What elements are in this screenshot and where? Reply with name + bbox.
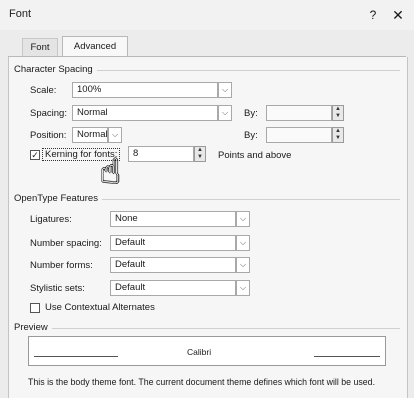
dialog-title: Font — [9, 8, 32, 20]
spacing-label: Spacing: — [30, 108, 67, 119]
section-rule-preview — [14, 328, 400, 329]
position-by-label: By: — [244, 130, 258, 141]
number-spacing-select[interactable]: Default — [110, 235, 236, 251]
hand-cursor-icon: ☝ — [100, 153, 121, 191]
section-heading-character-spacing: Character Spacing — [14, 64, 97, 75]
spacing-select[interactable]: Normal — [72, 105, 218, 121]
position-label: Position: — [30, 130, 67, 141]
stylistic-sets-dropdown-icon[interactable]: ⌵ — [236, 280, 250, 296]
stylistic-sets-label: Stylistic sets: — [30, 283, 85, 294]
position-by-input[interactable] — [266, 127, 332, 143]
spacing-by-input[interactable] — [266, 105, 332, 121]
kerning-checkbox[interactable]: ✓ — [30, 150, 40, 160]
ligatures-dropdown-icon[interactable]: ⌵ — [236, 211, 250, 227]
section-heading-opentype: OpenType Features — [14, 193, 102, 204]
section-heading-preview: Preview — [14, 322, 52, 333]
spacing-by-spinner-icon[interactable]: ▲ ▼ — [332, 105, 344, 121]
number-spacing-dropdown-icon[interactable]: ⌵ — [236, 235, 250, 251]
contextual-alternates-label[interactable]: Use Contextual Alternates — [45, 302, 155, 313]
contextual-alternates-checkbox[interactable] — [30, 303, 40, 313]
close-button[interactable]: ✕ — [387, 5, 409, 25]
scale-label: Scale: — [30, 85, 57, 96]
number-forms-dropdown-icon[interactable]: ⌵ — [236, 257, 250, 273]
scale-dropdown-icon[interactable]: ⌵ — [218, 82, 232, 98]
number-spacing-label: Number spacing: — [30, 238, 102, 249]
scale-select[interactable]: 100% — [72, 82, 218, 98]
position-select[interactable]: Normal — [72, 127, 108, 143]
ligatures-select[interactable]: None — [110, 211, 236, 227]
preview-sample-text: Calibri — [187, 347, 212, 357]
position-by-spinner-icon[interactable]: ▲ ▼ — [332, 127, 344, 143]
spacing-dropdown-icon[interactable]: ⌵ — [218, 105, 232, 121]
preview-caption: This is the body theme font. The current… — [28, 377, 376, 387]
kerning-suffix: Points and above — [218, 150, 292, 161]
number-forms-select[interactable]: Default — [110, 257, 236, 273]
preview-left-rule — [34, 356, 118, 357]
stylistic-sets-select[interactable]: Default — [110, 280, 236, 296]
tab-font[interactable]: Font — [22, 38, 58, 57]
ligatures-label: Ligatures: — [30, 214, 72, 225]
tab-advanced[interactable]: Advanced — [62, 36, 128, 57]
number-forms-label: Number forms: — [30, 260, 93, 271]
spacing-by-label: By: — [244, 108, 258, 119]
preview-right-rule — [314, 356, 380, 357]
help-button[interactable]: ? — [362, 5, 384, 25]
position-dropdown-icon[interactable]: ⌵ — [108, 127, 122, 143]
title-bar — [0, 0, 414, 30]
kerning-spinner-icon[interactable]: ▲ ▼ — [194, 146, 206, 162]
kerning-input[interactable]: 8 — [128, 146, 194, 162]
